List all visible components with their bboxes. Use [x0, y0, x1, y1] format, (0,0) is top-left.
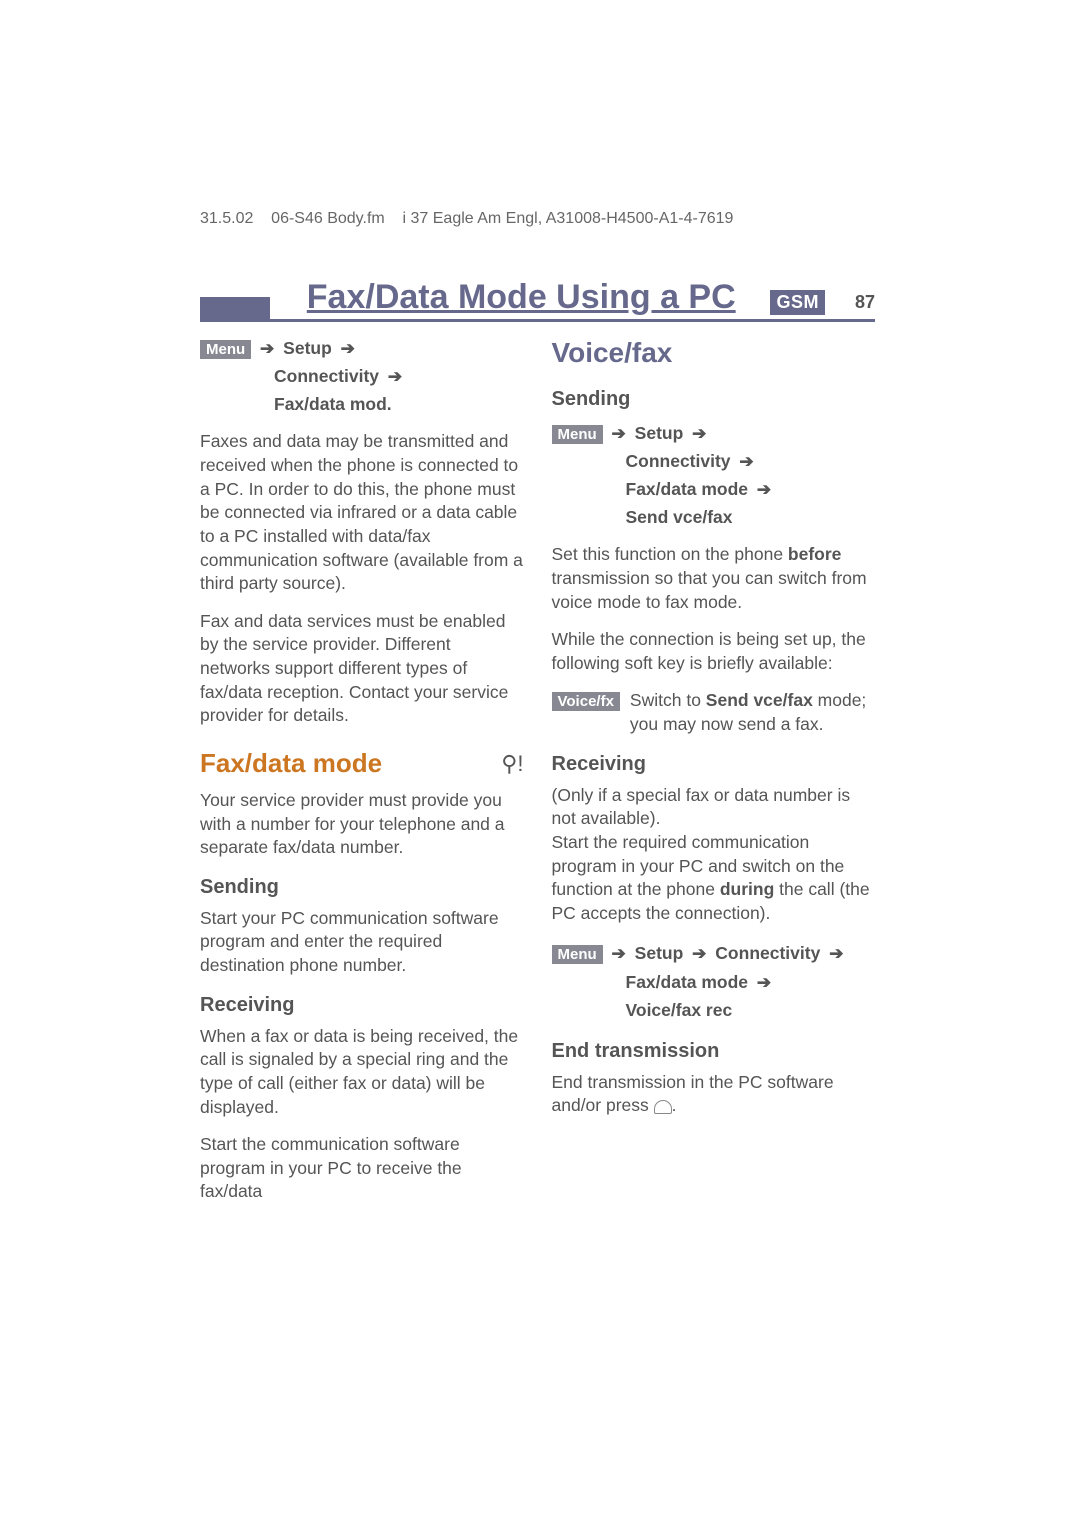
- voicefx-row: Voice/fx Switch to Send vce/fax mode; yo…: [552, 689, 876, 736]
- nav-voicefaxrec: Voice/fax rec: [626, 1000, 733, 1020]
- title-bar: Fax/Data Mode Using a PC GSM 87: [200, 278, 875, 322]
- arrow-icon: ➔: [260, 339, 274, 358]
- gsm-badge: GSM: [770, 290, 825, 315]
- arrow-icon: ➔: [757, 480, 771, 499]
- subheading-receiving: Receiving: [200, 992, 524, 1019]
- end-call-icon: [654, 1100, 672, 1114]
- subheading-sending: Sending: [200, 874, 524, 901]
- body-text: Fax and data services must be enabled by…: [200, 610, 524, 728]
- nav-faxmode: Fax/data mode: [626, 479, 749, 499]
- heading-voicefax: Voice/fax: [552, 334, 876, 372]
- content-columns: Menu ➔ Setup ➔ Connectivity ➔ Fax/data m…: [200, 334, 875, 1218]
- nav-connectivity: Connectivity: [626, 451, 731, 471]
- text-part: transmission so that you can switch from…: [552, 568, 867, 612]
- arrow-icon: ➔: [739, 452, 753, 471]
- nav-setup: Setup: [283, 338, 332, 358]
- nav-path-right2: Menu ➔ Setup ➔ Connectivity ➔ Fax/data m…: [552, 939, 876, 1023]
- body-text: Start the required communication program…: [552, 831, 876, 926]
- nav-faxdata: Fax/data mod.: [274, 394, 392, 414]
- body-text: Faxes and data may be transmitted and re…: [200, 430, 524, 595]
- header-metadata: 31.5.02 06-S46 Body.fm i 37 Eagle Am Eng…: [200, 210, 875, 228]
- menu-badge: Menu: [552, 945, 603, 964]
- arrow-icon: ➔: [757, 973, 771, 992]
- nav-setup: Setup: [635, 943, 684, 963]
- nav-path-right1: Menu ➔ Setup ➔ Connectivity ➔ Fax/data m…: [552, 419, 876, 532]
- text-bold: Send vce/fax: [706, 690, 813, 710]
- text-part: Switch to: [630, 690, 706, 710]
- left-column: Menu ➔ Setup ➔ Connectivity ➔ Fax/data m…: [200, 334, 524, 1218]
- arrow-icon: ➔: [612, 944, 626, 963]
- voicefx-desc: Switch to Send vce/fax mode; you may now…: [630, 689, 875, 736]
- heading-text: Fax/data mode: [200, 746, 382, 781]
- header-file: 06-S46 Body.fm: [271, 210, 385, 227]
- header-code: A31008-H4500-A1-4-7619: [546, 210, 734, 227]
- nav-connectivity: Connectivity: [715, 943, 820, 963]
- nav-path-left: Menu ➔ Setup ➔ Connectivity ➔ Fax/data m…: [200, 334, 524, 418]
- provider-icon: ⚲!: [501, 749, 523, 779]
- arrow-icon: ➔: [692, 424, 706, 443]
- arrow-icon: ➔: [612, 424, 626, 443]
- body-text: Start the communication software program…: [200, 1133, 524, 1204]
- menu-badge: Menu: [200, 340, 251, 359]
- body-text: Start your PC communication software pro…: [200, 907, 524, 978]
- subheading-end: End transmission: [552, 1038, 876, 1065]
- arrow-icon: ➔: [341, 339, 355, 358]
- page-title: Fax/Data Mode Using a PC: [280, 278, 762, 317]
- body-text: End transmission in the PC software and/…: [552, 1071, 876, 1118]
- header-part: i 37: [403, 210, 429, 227]
- arrow-icon: ➔: [829, 944, 843, 963]
- body-text: Set this function on the phone before tr…: [552, 543, 876, 614]
- body-text: When a fax or data is being received, th…: [200, 1025, 524, 1120]
- title-accent-block: [200, 297, 270, 319]
- right-column: Voice/fax Sending Menu ➔ Setup ➔ Connect…: [552, 334, 876, 1218]
- subheading-sending: Sending: [552, 386, 876, 413]
- text-part: Set this function on the phone: [552, 544, 788, 564]
- body-text: (Only if a special fax or data number is…: [552, 784, 876, 831]
- body-text: Your service provider must provide you w…: [200, 789, 524, 860]
- text-bold: during: [720, 879, 774, 899]
- text-part: .: [672, 1095, 677, 1115]
- page-content: 31.5.02 06-S46 Body.fm i 37 Eagle Am Eng…: [0, 0, 1080, 1218]
- arrow-icon: ➔: [388, 367, 402, 386]
- subheading-receiving: Receiving: [552, 751, 876, 778]
- body-text: While the connection is being set up, th…: [552, 628, 876, 675]
- header-product: Eagle Am Engl,: [433, 210, 542, 227]
- heading-faxdata-mode: Fax/data mode ⚲!: [200, 746, 524, 781]
- nav-connectivity: Connectivity: [274, 366, 379, 386]
- arrow-icon: ➔: [692, 944, 706, 963]
- page-number: 87: [855, 292, 875, 313]
- menu-badge: Menu: [552, 425, 603, 444]
- nav-faxmode: Fax/data mode: [626, 972, 749, 992]
- header-date: 31.5.02: [200, 210, 253, 227]
- text-bold: before: [788, 544, 841, 564]
- nav-setup: Setup: [635, 423, 684, 443]
- nav-sendvce: Send vce/fax: [626, 507, 733, 527]
- voicefx-badge: Voice/fx: [552, 692, 620, 711]
- text-part: End transmission in the PC software and/…: [552, 1072, 834, 1116]
